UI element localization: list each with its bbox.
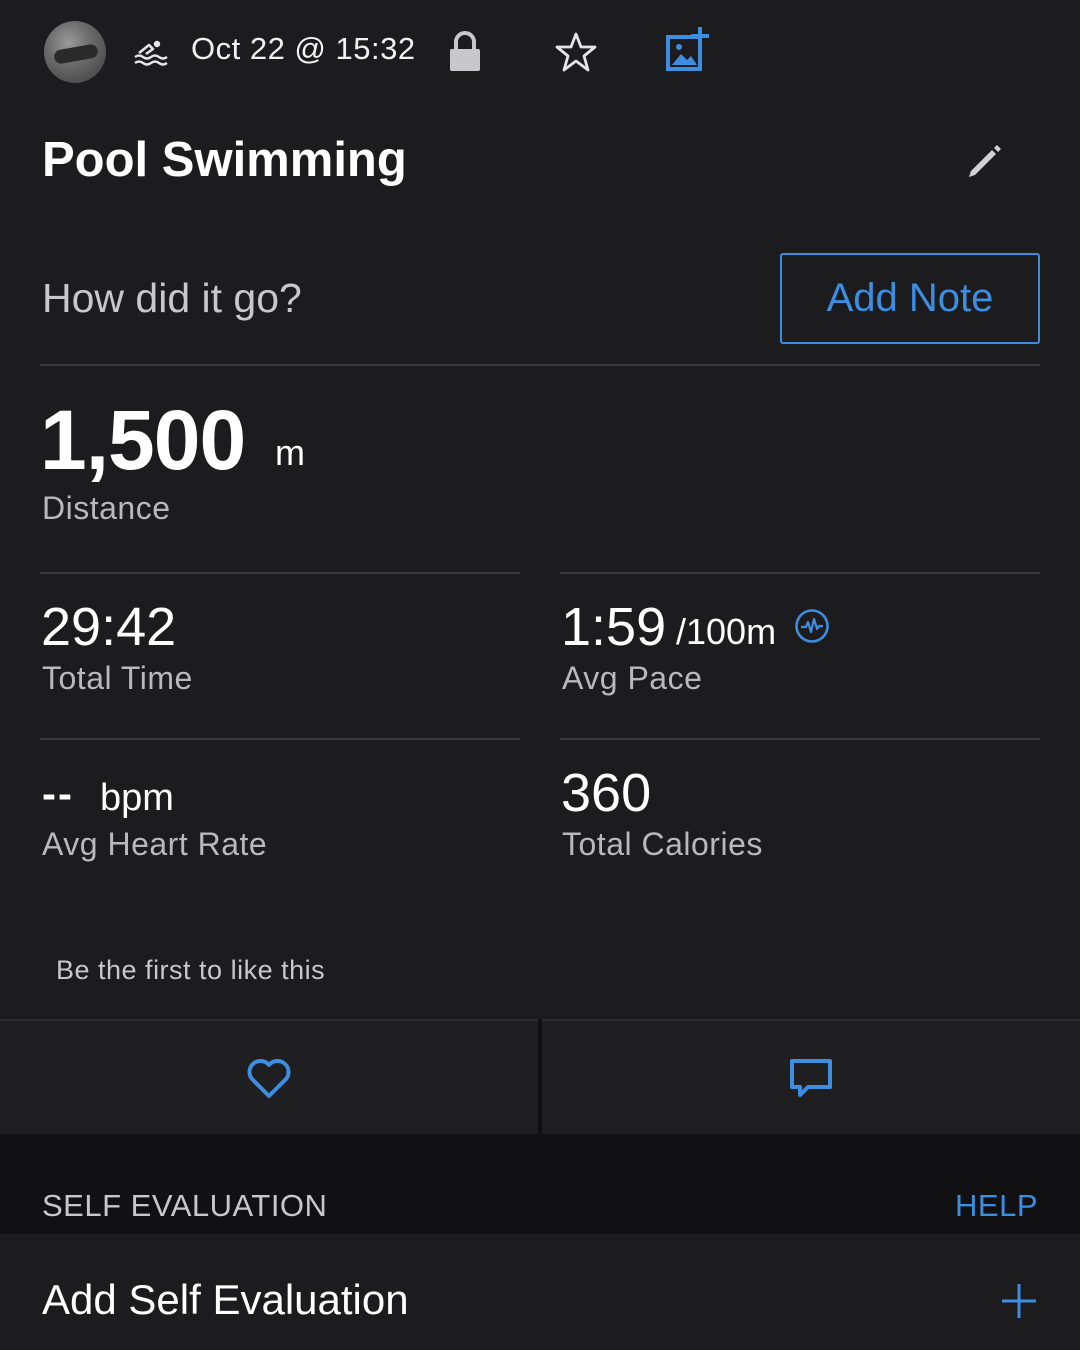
add-photo-icon[interactable] — [664, 27, 712, 75]
section-title: SELF EVALUATION — [42, 1188, 328, 1223]
plus-icon[interactable] — [1000, 1282, 1038, 1320]
avg-heart-rate-unit: bpm — [100, 777, 174, 819]
activity-title: Pool Swimming — [42, 133, 407, 187]
avg-heart-rate-label: Avg Heart Rate — [42, 826, 268, 862]
self-evaluation-section-header: SELF EVALUATION HELP — [0, 1134, 1080, 1234]
distance-unit: m — [275, 432, 305, 473]
divider — [40, 364, 1040, 366]
heart-icon — [247, 1058, 291, 1098]
help-link[interactable]: HELP — [955, 1188, 1038, 1224]
comment-icon — [790, 1058, 832, 1097]
distance-label: Distance — [42, 490, 171, 526]
swim-icon — [134, 40, 168, 66]
comment-button[interactable] — [542, 1019, 1080, 1134]
total-time-label: Total Time — [42, 660, 193, 696]
avg-pace-label: Avg Pace — [562, 660, 703, 696]
note-prompt: How did it go? — [42, 275, 302, 321]
social-action-bar — [0, 1019, 1080, 1134]
lock-icon[interactable] — [447, 30, 483, 74]
distance-value: 1,500 — [40, 393, 246, 487]
avg-pace-value: 1:59 — [561, 597, 667, 657]
avg-heart-rate-value: -- — [42, 770, 74, 817]
divider — [560, 572, 1040, 574]
divider — [40, 738, 520, 740]
likes-summary: Be the first to like this — [56, 955, 326, 985]
divider — [40, 572, 520, 574]
total-calories-label: Total Calories — [562, 826, 763, 862]
add-note-button[interactable]: Add Note — [780, 253, 1040, 344]
avatar[interactable] — [44, 21, 106, 83]
star-icon[interactable] — [554, 30, 598, 74]
pace-info-icon[interactable] — [794, 608, 830, 644]
divider — [560, 738, 1040, 740]
add-self-evaluation-label: Add Self Evaluation — [42, 1276, 409, 1323]
activity-date: Oct 22 @ 15:32 — [191, 31, 416, 66]
like-button[interactable] — [0, 1019, 538, 1134]
total-time-value: 29:42 — [41, 597, 177, 657]
edit-pencil-icon[interactable] — [963, 140, 1005, 182]
avg-pace-unit: /100m — [676, 611, 777, 652]
activity-header: Oct 22 @ 15:32 — [0, 0, 1080, 105]
total-calories-value: 360 — [561, 763, 652, 823]
add-self-evaluation-row[interactable]: Add Self Evaluation — [0, 1234, 1080, 1350]
